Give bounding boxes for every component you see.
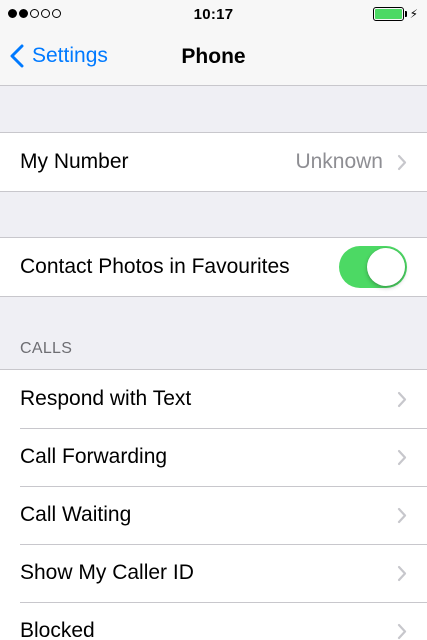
calls-group: Respond with Text Call Forwarding Call W…: [0, 369, 427, 640]
chevron-right-icon: [397, 449, 407, 465]
my-number-row[interactable]: My Number Unknown: [0, 133, 427, 191]
chevron-right-icon: [397, 507, 407, 523]
toggle-knob: [367, 248, 405, 286]
chevron-right-icon: [397, 154, 407, 170]
battery-full-icon: ⚡: [372, 7, 418, 21]
call-forwarding-label: Call Forwarding: [20, 445, 168, 468]
signal-dot: [30, 9, 39, 18]
phone-settings-screen: 10:17 ⚡ Settings Phone My Number Unknown: [0, 0, 427, 640]
show-caller-id-row[interactable]: Show My Caller ID: [0, 544, 427, 602]
signal-dot: [19, 9, 28, 18]
blocked-label: Blocked: [20, 619, 95, 640]
signal-dot: [41, 9, 50, 18]
signal-dot: [52, 9, 61, 18]
call-waiting-row[interactable]: Call Waiting: [0, 486, 427, 544]
call-forwarding-row[interactable]: Call Forwarding: [0, 428, 427, 486]
contact-photos-toggle[interactable]: [339, 246, 407, 288]
status-bar: 10:17 ⚡: [0, 0, 427, 28]
my-number-group: My Number Unknown: [0, 132, 427, 192]
navigation-bar: Settings Phone: [0, 28, 427, 86]
back-button-label: Settings: [32, 44, 108, 67]
battery-body: [372, 7, 404, 21]
charging-bolt-icon: ⚡: [409, 7, 418, 21]
signal-strength-icon: [8, 9, 61, 18]
signal-dot: [8, 9, 17, 18]
contact-photos-group: Contact Photos in Favourites: [0, 237, 427, 297]
calls-section-header: CALLS: [20, 340, 73, 357]
chevron-right-icon: [397, 565, 407, 581]
my-number-label: My Number: [20, 150, 129, 173]
my-number-value: Unknown: [295, 150, 383, 173]
contact-photos-row: Contact Photos in Favourites: [0, 238, 427, 296]
respond-with-text-row[interactable]: Respond with Text: [0, 370, 427, 428]
chevron-right-icon: [397, 391, 407, 407]
show-caller-id-label: Show My Caller ID: [20, 561, 194, 584]
battery-fill: [374, 9, 402, 19]
status-time: 10:17: [193, 5, 234, 23]
call-waiting-label: Call Waiting: [20, 503, 132, 526]
respond-with-text-label: Respond with Text: [20, 387, 192, 410]
contact-photos-label: Contact Photos in Favourites: [20, 255, 290, 278]
chevron-right-icon: [397, 623, 407, 639]
battery-tip: [404, 11, 407, 17]
back-button[interactable]: Settings: [10, 39, 108, 73]
chevron-left-icon: [10, 44, 24, 68]
blocked-row[interactable]: Blocked: [0, 602, 427, 640]
